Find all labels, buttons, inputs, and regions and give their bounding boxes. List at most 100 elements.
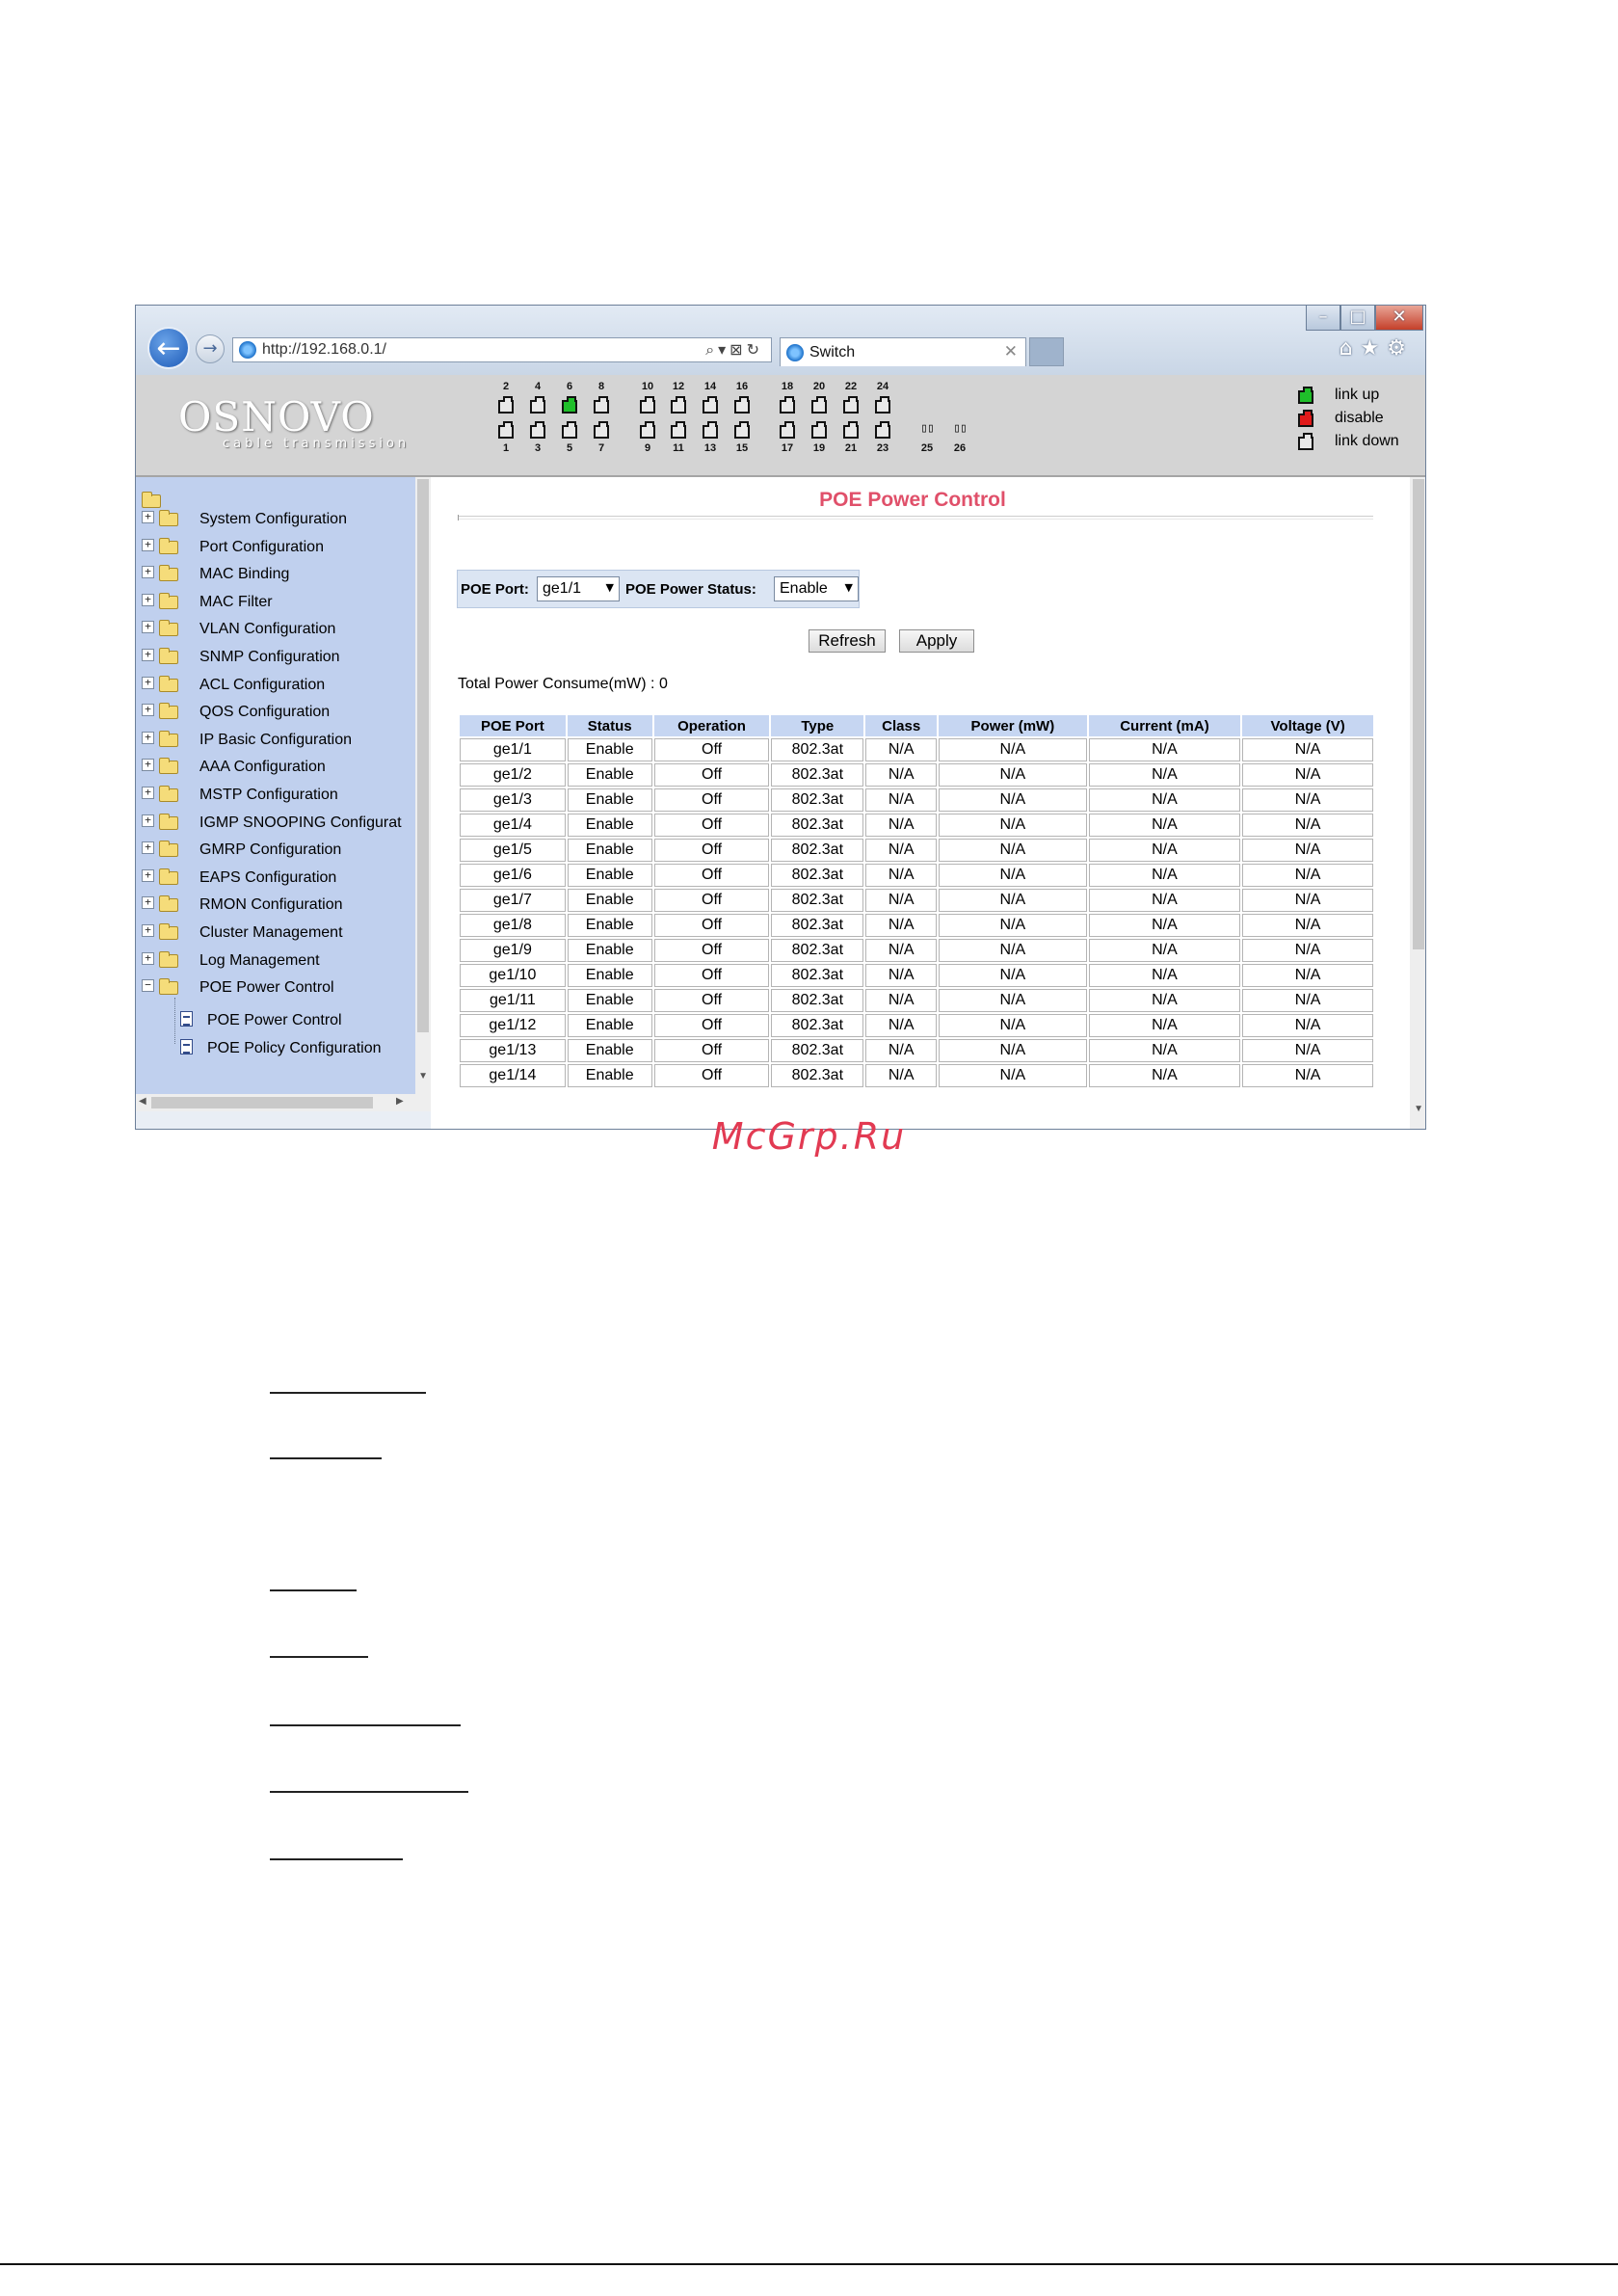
root-folder-icon[interactable] bbox=[142, 492, 161, 508]
port-number-label: 14 bbox=[703, 381, 717, 392]
expand-icon[interactable]: + bbox=[142, 814, 154, 827]
ethernet-port-icon[interactable] bbox=[594, 396, 609, 414]
ethernet-port-icon[interactable] bbox=[640, 421, 655, 439]
sidebar-vertical-scrollbar[interactable]: ▼ bbox=[415, 477, 431, 1094]
scroll-left-arrow-icon[interactable]: ◀ bbox=[139, 1096, 146, 1107]
main-vertical-scrollbar[interactable]: ▼ bbox=[1410, 477, 1425, 1129]
table-cell: Off bbox=[653, 763, 770, 787]
fiber-port-icon[interactable]: ▯▯ bbox=[948, 421, 971, 437]
ethernet-port-icon[interactable] bbox=[843, 421, 859, 439]
ethernet-port-icon[interactable] bbox=[811, 396, 827, 414]
ethernet-port-icon[interactable] bbox=[671, 421, 686, 439]
ethernet-port-icon[interactable] bbox=[734, 396, 750, 414]
expand-icon[interactable]: + bbox=[142, 951, 154, 965]
expand-icon[interactable]: + bbox=[142, 868, 154, 882]
expand-icon[interactable]: + bbox=[142, 538, 154, 551]
osnovo-logo: OSNOVO cable transmission bbox=[178, 396, 406, 452]
expand-icon[interactable]: + bbox=[142, 566, 154, 579]
blank-line bbox=[270, 1457, 382, 1459]
table-cell: N/A bbox=[1242, 1064, 1373, 1087]
main-scroll-thumb[interactable] bbox=[1413, 479, 1424, 949]
forward-arrow-icon[interactable]: → bbox=[196, 334, 225, 363]
scroll-right-arrow-icon[interactable]: ▶ bbox=[396, 1096, 404, 1107]
ethernet-port-icon[interactable] bbox=[811, 421, 827, 439]
sidebar-horizontal-scrollbar[interactable]: ◀ ▶ bbox=[136, 1094, 431, 1111]
expand-icon[interactable]: + bbox=[142, 511, 154, 523]
table-cell: ge1/5 bbox=[460, 839, 566, 862]
column-header: Voltage (V) bbox=[1242, 715, 1373, 736]
table-cell: Off bbox=[653, 1064, 770, 1087]
address-bar[interactable]: http://192.168.0.1/ ⌕▾⊠↻ bbox=[232, 337, 772, 362]
table-cell: N/A bbox=[1088, 1039, 1241, 1062]
ethernet-port-icon[interactable] bbox=[671, 396, 686, 414]
column-header: Current (mA) bbox=[1088, 715, 1241, 736]
table-cell: Enable bbox=[567, 889, 652, 912]
table-cell: Off bbox=[653, 914, 770, 937]
expand-icon[interactable]: + bbox=[142, 841, 154, 855]
expand-icon[interactable]: + bbox=[142, 924, 154, 937]
maximize-button[interactable]: □ bbox=[1340, 306, 1375, 331]
ethernet-port-icon[interactable] bbox=[875, 396, 890, 414]
folder-icon bbox=[159, 841, 178, 858]
back-arrow-icon[interactable]: ← bbox=[147, 327, 190, 369]
port-number-label: 12 bbox=[672, 381, 685, 392]
ethernet-port-icon[interactable] bbox=[734, 421, 750, 439]
home-icon[interactable]: ⌂ bbox=[1339, 336, 1361, 360]
table-cell: N/A bbox=[1088, 889, 1241, 912]
ethernet-port-icon[interactable] bbox=[780, 421, 795, 439]
ethernet-port-icon[interactable] bbox=[530, 421, 545, 439]
expand-icon[interactable]: + bbox=[142, 896, 154, 910]
ethernet-port-icon[interactable] bbox=[640, 396, 655, 414]
ethernet-port-icon[interactable] bbox=[703, 396, 718, 414]
table-cell: Enable bbox=[567, 763, 652, 787]
expand-icon[interactable]: + bbox=[142, 787, 154, 799]
ethernet-port-icon[interactable] bbox=[498, 396, 514, 414]
table-row: ge1/10 Enable Off 802.3at N/A N/A N/A N/A bbox=[460, 964, 1373, 987]
scroll-down-arrow-icon[interactable]: ▼ bbox=[1414, 1104, 1423, 1114]
port-number-label: 21 bbox=[844, 442, 858, 454]
minimize-button[interactable]: – bbox=[1306, 306, 1340, 331]
table-row: ge1/4 Enable Off 802.3at N/A N/A N/A N/A bbox=[460, 814, 1373, 837]
poe-port-select[interactable]: ge1/1 ▼ bbox=[537, 576, 620, 601]
address-tools-icon[interactable]: ⌕▾⊠↻ bbox=[705, 340, 763, 360]
table-cell: N/A bbox=[1088, 939, 1241, 962]
ethernet-port-icon[interactable] bbox=[498, 421, 514, 439]
ethernet-port-icon[interactable] bbox=[562, 396, 577, 414]
expand-icon[interactable]: + bbox=[142, 759, 154, 772]
settings-gear-icon[interactable]: ⚙ bbox=[1387, 336, 1414, 360]
tab-close-icon[interactable]: ✕ bbox=[1004, 342, 1018, 361]
table-cell: N/A bbox=[939, 889, 1087, 912]
expand-icon[interactable]: + bbox=[142, 731, 154, 744]
table-cell: ge1/9 bbox=[460, 939, 566, 962]
column-header: Power (mW) bbox=[939, 715, 1087, 736]
ethernet-port-icon[interactable] bbox=[843, 396, 859, 414]
expand-icon[interactable]: + bbox=[142, 676, 154, 689]
power-status-select[interactable]: Enable ▼ bbox=[774, 576, 859, 601]
ethernet-port-icon[interactable] bbox=[562, 421, 577, 439]
expand-icon[interactable]: + bbox=[142, 649, 154, 661]
close-button[interactable]: ✕ bbox=[1375, 306, 1423, 331]
table-cell: 802.3at bbox=[771, 814, 864, 837]
ethernet-port-icon[interactable] bbox=[530, 396, 545, 414]
table-cell: Off bbox=[653, 1014, 770, 1037]
scroll-down-arrow-icon[interactable]: ▼ bbox=[418, 1071, 428, 1081]
new-tab-button[interactable] bbox=[1029, 337, 1064, 366]
refresh-button[interactable]: Refresh bbox=[809, 629, 886, 653]
sidebar-item-label: ACL Configuration bbox=[199, 676, 326, 693]
expand-icon[interactable]: + bbox=[142, 593, 154, 606]
table-cell: ge1/1 bbox=[460, 738, 566, 761]
apply-button[interactable]: Apply bbox=[899, 629, 974, 653]
watermark: McGrp.Ru bbox=[711, 1115, 907, 1158]
ethernet-port-icon[interactable] bbox=[875, 421, 890, 439]
expand-icon[interactable]: + bbox=[142, 704, 154, 717]
tab-switch[interactable]: Switch ✕ bbox=[780, 337, 1026, 366]
fiber-port-icon[interactable]: ▯▯ bbox=[915, 421, 939, 437]
ethernet-port-icon[interactable] bbox=[780, 396, 795, 414]
ethernet-port-icon[interactable] bbox=[703, 421, 718, 439]
sidebar-hscroll-thumb[interactable] bbox=[151, 1097, 373, 1108]
favorites-star-icon[interactable]: ★ bbox=[1361, 336, 1388, 360]
expand-icon[interactable]: + bbox=[142, 621, 154, 634]
collapse-icon[interactable]: − bbox=[142, 979, 154, 993]
sidebar-scroll-thumb[interactable] bbox=[417, 479, 429, 1032]
ethernet-port-icon[interactable] bbox=[594, 421, 609, 439]
